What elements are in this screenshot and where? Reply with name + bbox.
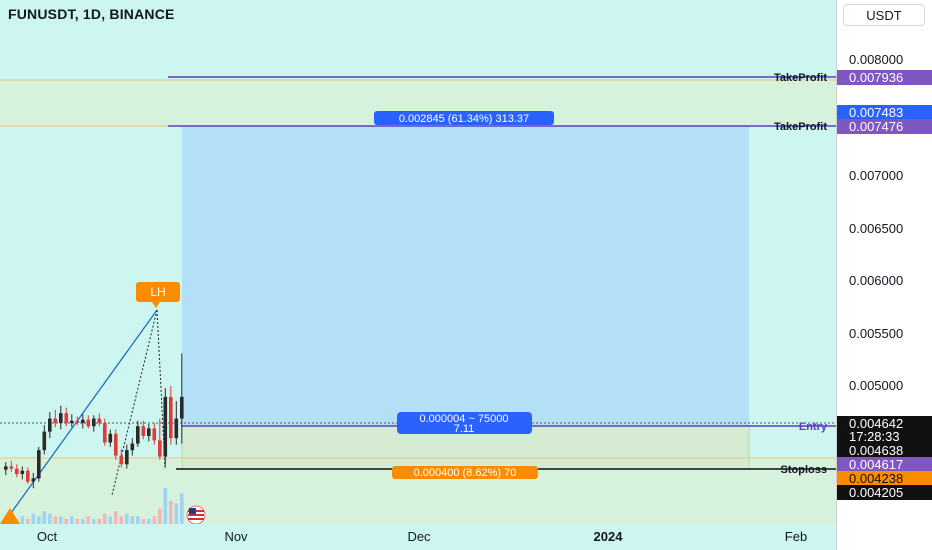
candle-body[interactable] bbox=[152, 428, 157, 441]
takeprofit-label-2[interactable]: TakeProfit bbox=[774, 121, 827, 133]
volume-bar bbox=[152, 516, 157, 524]
candle-body[interactable] bbox=[26, 470, 30, 482]
pivot-label-lh[interactable]: LH bbox=[136, 282, 180, 308]
candle-body[interactable] bbox=[20, 470, 25, 475]
currency-button[interactable]: USDT bbox=[843, 4, 925, 26]
us-flag-icon[interactable] bbox=[186, 505, 206, 525]
candle-body[interactable] bbox=[86, 419, 91, 427]
symbol-title[interactable]: FUNUSDT, 1D, BINANCE bbox=[8, 6, 175, 22]
time-label-oct: Oct bbox=[36, 529, 58, 544]
candle-body[interactable] bbox=[31, 478, 36, 482]
candle-body[interactable] bbox=[75, 420, 80, 423]
candle-body[interactable] bbox=[147, 428, 151, 436]
price-tag-target-upper: 0.007483 bbox=[837, 105, 932, 120]
candle-body[interactable] bbox=[97, 418, 102, 423]
volume-bar bbox=[20, 516, 25, 524]
stop-measure-label[interactable]: 0.000400 (8.62%) 70 bbox=[392, 466, 538, 479]
volume-bar bbox=[114, 511, 118, 524]
candle-body[interactable] bbox=[42, 431, 47, 451]
candle-body[interactable] bbox=[103, 422, 107, 443]
price-tick-0008000: 0.008000 bbox=[849, 52, 904, 67]
candle-body[interactable] bbox=[37, 450, 41, 479]
time-label-nov: Nov bbox=[224, 529, 248, 544]
candle-body[interactable] bbox=[92, 418, 96, 427]
time-label-feb: Feb bbox=[784, 529, 808, 544]
target-measure-text: 0.002845 (61.34%) 313.37 bbox=[399, 113, 529, 125]
price-tick-0006500: 0.006500 bbox=[849, 221, 904, 236]
volume-bar bbox=[136, 516, 140, 524]
candle-body[interactable] bbox=[70, 420, 74, 423]
candle-body[interactable] bbox=[9, 466, 14, 469]
candle-body[interactable] bbox=[130, 443, 135, 451]
chart-area[interactable]: LH 0.002845 (61.34%) 313.37 0.000004 ~ 7… bbox=[0, 0, 836, 550]
price-axis[interactable]: USDT 0.008000 0.007000 0.006500 0.006000… bbox=[836, 0, 932, 550]
volume-bar bbox=[108, 516, 113, 524]
candle-body[interactable] bbox=[174, 418, 179, 439]
price-tick-0005000: 0.005000 bbox=[849, 378, 904, 393]
volume-bar bbox=[53, 516, 58, 524]
candle-body[interactable] bbox=[81, 419, 85, 423]
pivot-label-text: LH bbox=[150, 285, 165, 299]
volume-bar bbox=[119, 516, 124, 524]
price-tag-orange-level: 0.004238 bbox=[837, 471, 932, 486]
price-tag-stoploss: 0.004205 bbox=[837, 485, 932, 500]
volume-bar bbox=[103, 513, 107, 524]
volume-bar bbox=[86, 516, 91, 524]
price-tick-0005500: 0.005500 bbox=[849, 326, 904, 341]
candle-body[interactable] bbox=[136, 426, 140, 444]
candle-body[interactable] bbox=[64, 413, 69, 423]
time-axis[interactable]: Oct Nov Dec 2024 Feb bbox=[0, 524, 836, 550]
candle-body[interactable] bbox=[169, 396, 173, 439]
candle-body[interactable] bbox=[163, 396, 168, 457]
volume-bar bbox=[42, 511, 47, 524]
candle-body[interactable] bbox=[48, 418, 52, 432]
stop-measure-text: 0.000400 (8.62%) 70 bbox=[414, 467, 517, 479]
volume-bar bbox=[158, 508, 162, 524]
entry-label[interactable]: Entry bbox=[799, 421, 828, 433]
chart-canvas[interactable]: LH 0.002845 (61.34%) 313.37 0.000004 ~ 7… bbox=[0, 0, 836, 550]
price-tag-takeprofit-2: 0.007476 bbox=[837, 119, 932, 134]
candle-body[interactable] bbox=[119, 455, 124, 465]
price-tag-countdown: 17:28:33 bbox=[837, 429, 932, 444]
time-label-dec: Dec bbox=[407, 529, 431, 544]
candle-body[interactable] bbox=[141, 426, 146, 436]
price-tag-entry: 0.004638 bbox=[837, 443, 932, 458]
price-tag-entry-line: 0.004617 bbox=[837, 457, 932, 472]
target-measure-label[interactable]: 0.002845 (61.34%) 313.37 bbox=[374, 111, 554, 125]
candle-body[interactable] bbox=[53, 418, 58, 423]
volume-bar bbox=[163, 488, 168, 524]
volume-bar bbox=[48, 513, 52, 524]
volume-bar bbox=[169, 500, 173, 524]
candle-body[interactable] bbox=[15, 468, 19, 475]
target-zone[interactable] bbox=[182, 126, 749, 426]
time-label-2024: 2024 bbox=[593, 529, 623, 544]
volume-bar bbox=[37, 516, 41, 524]
volume-bar bbox=[70, 516, 74, 524]
volume-bar bbox=[31, 513, 36, 524]
price-tag-takeprofit-1: 0.007936 bbox=[837, 70, 932, 85]
position-size-line2: 7.11 bbox=[454, 423, 475, 435]
volume-bar bbox=[59, 516, 63, 524]
volume-bar bbox=[130, 516, 135, 524]
volume-bar bbox=[125, 513, 129, 524]
candle-body[interactable] bbox=[4, 466, 8, 470]
candle-body[interactable] bbox=[180, 396, 184, 419]
candle-body[interactable] bbox=[59, 413, 63, 423]
volume-bar bbox=[174, 503, 179, 524]
stoploss-label[interactable]: Stoploss bbox=[781, 464, 827, 476]
candle-body[interactable] bbox=[108, 433, 113, 443]
volume-bar bbox=[180, 493, 184, 524]
candle-body[interactable] bbox=[114, 433, 118, 456]
price-tick-0007000: 0.007000 bbox=[849, 168, 904, 183]
position-size-label[interactable]: 0.000004 ~ 75000 7.11 bbox=[397, 412, 532, 435]
takeprofit-label-1[interactable]: TakeProfit bbox=[774, 72, 827, 84]
price-tick-0006000: 0.006000 bbox=[849, 273, 904, 288]
candle-body[interactable] bbox=[158, 440, 162, 457]
candle-body[interactable] bbox=[125, 450, 129, 465]
